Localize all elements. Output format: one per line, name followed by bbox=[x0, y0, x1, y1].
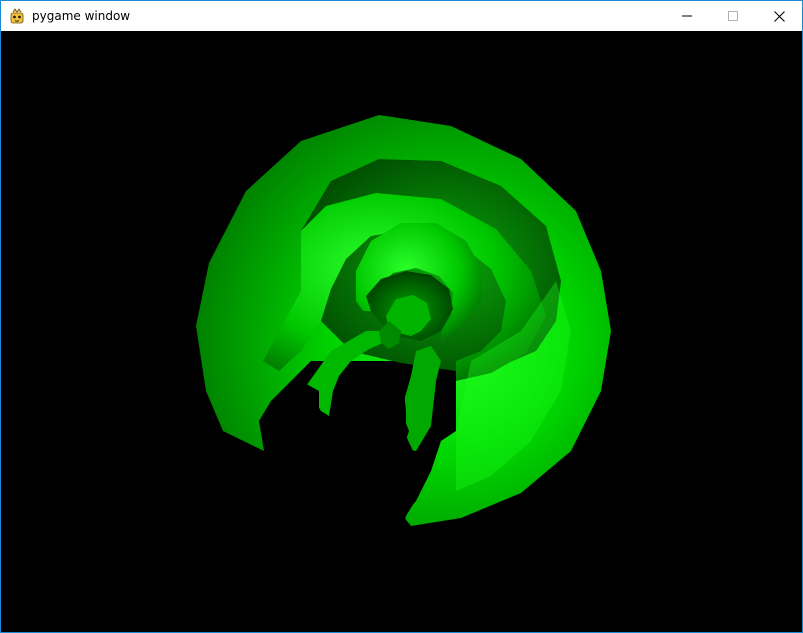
window-title: pygame window bbox=[32, 9, 131, 23]
green-spiral-shell-render bbox=[196, 115, 611, 551]
pygame-window: pygame window bbox=[0, 0, 803, 633]
close-button[interactable] bbox=[756, 1, 802, 31]
title-bar[interactable]: pygame window bbox=[1, 1, 802, 31]
window-controls bbox=[664, 1, 802, 31]
maximize-icon bbox=[728, 11, 738, 21]
pygame-snake-icon bbox=[9, 8, 25, 24]
minimize-button[interactable] bbox=[664, 1, 710, 31]
maximize-button[interactable] bbox=[710, 1, 756, 31]
render-canvas[interactable] bbox=[1, 31, 802, 632]
close-icon bbox=[773, 10, 785, 22]
minimize-icon bbox=[682, 15, 692, 17]
